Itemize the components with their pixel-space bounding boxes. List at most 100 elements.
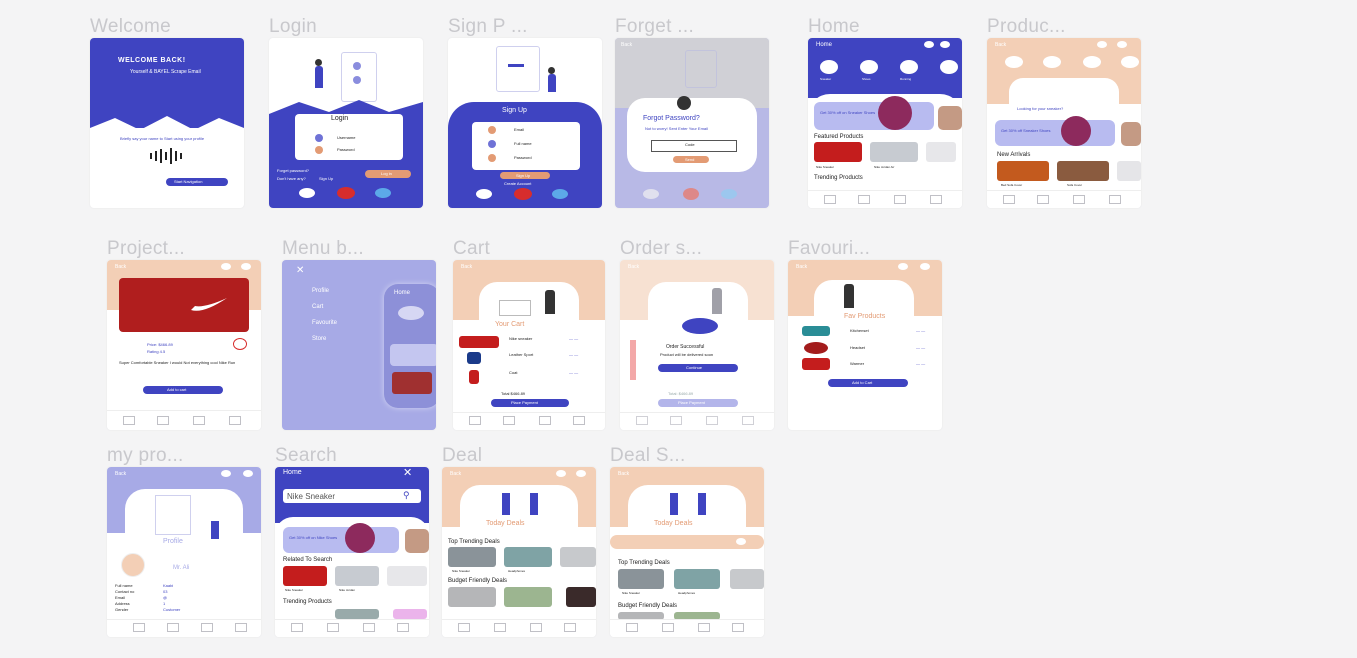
cart-item-1-qty[interactable]: — — xyxy=(569,336,578,342)
featured-item-1-image[interactable] xyxy=(814,142,862,162)
tab-home-icon[interactable] xyxy=(626,623,638,632)
login-button[interactable]: Log in xyxy=(365,170,411,178)
deal-top-item-1[interactable] xyxy=(448,547,496,567)
signup-button[interactable]: Sign Up xyxy=(500,172,550,179)
fav-item-1-qty[interactable]: — — xyxy=(916,328,925,334)
tab-profile-icon[interactable] xyxy=(229,416,241,425)
cart-icon[interactable] xyxy=(940,41,950,48)
cart-icon[interactable] xyxy=(241,263,251,270)
category-2-icon[interactable] xyxy=(1043,56,1061,68)
search-icon[interactable] xyxy=(898,263,908,270)
google-icon[interactable] xyxy=(514,188,532,200)
tab-store-icon[interactable] xyxy=(327,623,339,632)
close-icon[interactable]: ✕ xyxy=(296,266,304,276)
tab-cart-icon[interactable] xyxy=(698,623,710,632)
deals-top-item-2[interactable] xyxy=(674,569,720,589)
deal-top-item-3[interactable] xyxy=(560,547,596,567)
arrival-item-2-image[interactable] xyxy=(1057,161,1109,181)
facebook-icon[interactable] xyxy=(476,189,492,199)
deal-back-link[interactable]: Back xyxy=(450,471,461,477)
profile-back-link[interactable]: Back xyxy=(115,471,126,477)
facebook-icon[interactable] xyxy=(299,188,315,198)
tab-profile-icon[interactable] xyxy=(742,416,754,425)
tab-home-icon[interactable] xyxy=(123,416,135,425)
category-running-icon[interactable] xyxy=(900,60,918,74)
deal-top-item-2[interactable] xyxy=(504,547,552,567)
search-icon[interactable] xyxy=(221,470,231,477)
menu-item-cart[interactable]: Cart xyxy=(312,304,323,310)
tab-profile-icon[interactable] xyxy=(1109,195,1121,204)
tab-store-icon[interactable] xyxy=(670,416,682,425)
google-icon[interactable] xyxy=(683,188,699,200)
fav-add-to-cart-button[interactable]: Add to Cart xyxy=(828,379,908,387)
tab-cart-icon[interactable] xyxy=(363,623,375,632)
search-icon[interactable] xyxy=(221,263,231,270)
tab-home-icon[interactable] xyxy=(458,623,470,632)
tab-cart-icon[interactable] xyxy=(894,195,906,204)
search-frame[interactable]: Search Home ✕ Nike Sneaker ⚲ Get 30% off… xyxy=(275,445,429,637)
home-frame[interactable]: Home Home Sneaker Shoes Running Get 30% … xyxy=(808,16,962,208)
search-icon[interactable] xyxy=(924,41,934,48)
project-frame[interactable]: Project... Back Price: $466.89 Rating 4.… xyxy=(107,238,261,430)
arrival-item-3-image[interactable] xyxy=(1117,161,1141,181)
twitter-icon[interactable] xyxy=(721,189,737,199)
deal-budget-item-1[interactable] xyxy=(448,587,496,607)
tab-profile-icon[interactable] xyxy=(235,623,247,632)
arrival-item-1-image[interactable] xyxy=(997,161,1049,181)
search-icon[interactable]: ⚲ xyxy=(403,491,410,500)
fav-back-link[interactable]: Back xyxy=(796,264,807,270)
tab-profile-icon[interactable] xyxy=(564,623,576,632)
search-icon[interactable] xyxy=(736,538,746,545)
tab-store-icon[interactable] xyxy=(167,623,179,632)
category-4-icon[interactable] xyxy=(1121,56,1139,68)
featured-item-2-image[interactable] xyxy=(870,142,918,162)
order-place-payment-button[interactable]: Place Payment xyxy=(658,399,738,407)
tab-store-icon[interactable] xyxy=(157,416,169,425)
search-icon[interactable] xyxy=(1097,41,1107,48)
profile-frame[interactable]: my pro... Back Profile Mr. Ali Full name… xyxy=(107,445,261,637)
category-shoes-icon[interactable] xyxy=(860,60,878,74)
place-payment-button[interactable]: Place Payment xyxy=(491,399,569,407)
menu-item-favourite[interactable]: Favourite xyxy=(312,320,337,326)
category-1-icon[interactable] xyxy=(1005,56,1023,68)
tab-profile-icon[interactable] xyxy=(732,623,744,632)
start-navigation-button[interactable]: Start Navigation xyxy=(166,178,228,186)
featured-item-3-image[interactable] xyxy=(926,142,956,162)
tab-cart-icon[interactable] xyxy=(539,416,551,425)
twitter-icon[interactable] xyxy=(375,188,391,198)
home-banner[interactable] xyxy=(814,102,934,130)
tab-cart-icon[interactable] xyxy=(193,416,205,425)
tab-store-icon[interactable] xyxy=(503,416,515,425)
deal-budget-item-2[interactable] xyxy=(504,587,552,607)
related-item-3-image[interactable] xyxy=(387,566,427,586)
deals-top-item-1[interactable] xyxy=(618,569,664,589)
project-back-link[interactable]: Back xyxy=(115,264,126,270)
related-item-1-image[interactable] xyxy=(283,566,327,586)
tab-home-icon[interactable] xyxy=(133,623,145,632)
login-password-field[interactable]: Password xyxy=(337,147,355,153)
deal-budget-item-3[interactable] xyxy=(566,587,596,607)
login-frame[interactable]: Login Login Username Password Forget pas… xyxy=(269,16,423,208)
tab-store-icon[interactable] xyxy=(662,623,674,632)
search-trending-item-1[interactable] xyxy=(335,609,379,619)
heart-icon[interactable] xyxy=(233,338,247,350)
forgot-password-link[interactable]: Forget password? xyxy=(277,168,309,174)
tab-profile-icon[interactable] xyxy=(573,416,585,425)
category-sneaker-icon[interactable] xyxy=(820,60,838,74)
tab-store-icon[interactable] xyxy=(494,623,506,632)
category-3-icon[interactable] xyxy=(1083,56,1101,68)
cart-item-2-qty[interactable]: — — xyxy=(569,352,578,358)
cart-icon[interactable] xyxy=(576,470,586,477)
signup-frame[interactable]: Sign P ... Sign Up Email Full name Passw… xyxy=(448,16,602,208)
add-to-cart-button[interactable]: Add to cart xyxy=(143,386,223,394)
fav-item-2-qty[interactable]: — — xyxy=(916,345,925,351)
send-button[interactable]: Send xyxy=(673,156,709,163)
tab-cart-icon[interactable] xyxy=(201,623,213,632)
signup-email-field[interactable]: Email xyxy=(514,127,524,133)
login-username-field[interactable]: Username xyxy=(337,135,355,141)
order-back-link[interactable]: Back xyxy=(628,264,639,270)
tab-home-icon[interactable] xyxy=(469,416,481,425)
menu-frame[interactable]: Menu b... ✕ Profile Cart Favourite Store… xyxy=(282,238,436,430)
menu-item-store[interactable]: Store xyxy=(312,336,326,342)
order-frame[interactable]: Order s... Back Order Successful Product… xyxy=(620,238,774,430)
